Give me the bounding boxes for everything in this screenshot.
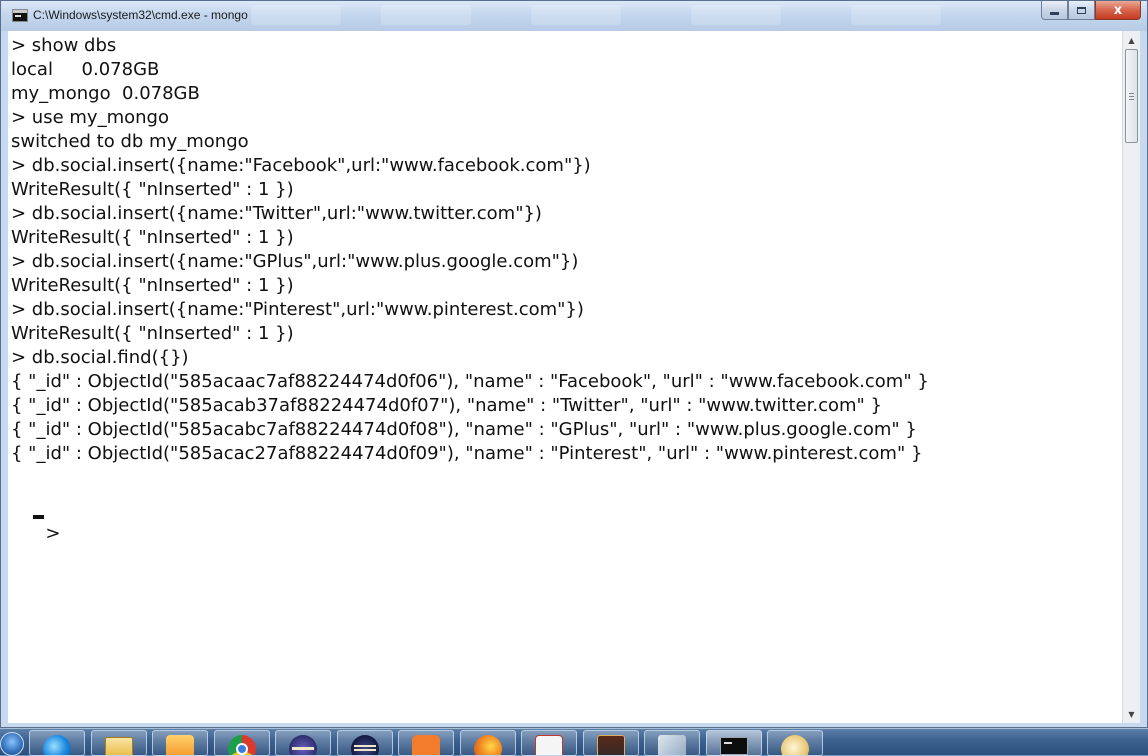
paint-icon — [781, 735, 809, 755]
console-line: { "_id" : ObjectId("585acabc7af88224474d… — [11, 419, 917, 440]
input-prompt[interactable]: > — [11, 498, 60, 544]
taskbar-button[interactable] — [706, 730, 762, 756]
console-line: > show dbs — [11, 35, 117, 56]
console-line: WriteResult({ "nInserted" : 1 }) — [11, 227, 294, 248]
command-prompt-icon[interactable] — [12, 9, 28, 22]
minimize-icon — [1050, 11, 1059, 15]
console-line: my_mongo 0.078GB — [11, 83, 200, 104]
start-button[interactable] — [0, 732, 24, 756]
taskbar-button[interactable] — [583, 730, 639, 756]
chrome-icon — [228, 735, 256, 755]
grip-line — [1129, 93, 1134, 94]
taskbar-button[interactable] — [214, 730, 270, 756]
vertical-scrollbar[interactable]: ▲ ▼ — [1122, 31, 1140, 723]
scroll-thumb[interactable] — [1125, 49, 1138, 143]
internet-explorer-icon — [43, 735, 71, 755]
grip-line — [1129, 99, 1134, 100]
title-bar-reflection — [381, 5, 471, 25]
console-line: { "_id" : ObjectId("585acaac7af88224474d… — [11, 371, 929, 392]
title-bar-reflection — [691, 5, 781, 25]
console-line: > use my_mongo — [11, 107, 169, 128]
console-line: > db.social.insert({name:"GPlus",url:"ww… — [11, 251, 579, 272]
caption-buttons: x — [1041, 1, 1141, 21]
console-line: { "_id" : ObjectId("585acac27af88224474d… — [11, 443, 923, 464]
taskbar-button[interactable] — [337, 730, 393, 756]
taskbar-button[interactable] — [29, 730, 85, 756]
taskbar-button[interactable] — [460, 730, 516, 756]
snipping-tool-icon — [535, 735, 563, 755]
command-prompt-icon — [720, 737, 748, 755]
grip-line — [1129, 96, 1134, 97]
prompt-symbol: > — [45, 523, 61, 544]
firefox-icon — [474, 735, 502, 755]
title-bar-reflection — [251, 5, 341, 25]
taskbar-button[interactable] — [521, 730, 577, 756]
tool-icon — [658, 735, 686, 755]
xampp-icon — [412, 735, 440, 755]
text-cursor — [33, 515, 44, 519]
scroll-down-arrow-icon[interactable]: ▼ — [1124, 706, 1139, 722]
java-ee-ide-icon — [597, 735, 625, 755]
title-bar[interactable]: C:\Windows\system32\cmd.exe - mongo x — [1, 1, 1147, 31]
console-line: > db.social.insert({name:"Twitter",url:"… — [11, 203, 542, 224]
console-line: > db.social.insert({name:"Pinterest",url… — [11, 299, 584, 320]
title-bar-reflection — [851, 5, 941, 25]
maximize-icon — [1077, 6, 1086, 14]
taskbar-button[interactable] — [91, 730, 147, 756]
taskbar-button[interactable] — [275, 730, 331, 756]
console-line: > db.social.insert({name:"Facebook",url:… — [11, 155, 591, 176]
taskbar — [0, 728, 1148, 756]
minimize-button[interactable] — [1041, 1, 1068, 20]
eclipse-icon — [289, 735, 317, 755]
close-icon: x — [1113, 2, 1123, 18]
taskbar-button[interactable] — [152, 730, 208, 756]
cmd-window: C:\Windows\system32\cmd.exe - mongo x > … — [0, 0, 1148, 728]
console-line: switched to db my_mongo — [11, 131, 249, 152]
taskbar-button[interactable] — [767, 730, 823, 756]
console-line: local 0.078GB — [11, 59, 160, 80]
taskbar-button[interactable] — [644, 730, 700, 756]
eclipse-workspace-icon — [351, 735, 379, 755]
file-explorer-icon — [105, 737, 133, 755]
console-line: { "_id" : ObjectId("585acab37af88224474d… — [11, 395, 882, 416]
maximize-button[interactable] — [1068, 1, 1095, 20]
console-line: WriteResult({ "nInserted" : 1 }) — [11, 323, 294, 344]
window-title: C:\Windows\system32\cmd.exe - mongo — [33, 8, 248, 22]
close-button[interactable]: x — [1095, 1, 1141, 20]
console-line: WriteResult({ "nInserted" : 1 }) — [11, 179, 294, 200]
console-line: WriteResult({ "nInserted" : 1 }) — [11, 275, 294, 296]
console-line: > db.social.find({}) — [11, 347, 189, 368]
console-output[interactable]: > show dbs local 0.078GB my_mongo 0.078G… — [8, 31, 1122, 723]
title-bar-reflection — [531, 5, 621, 25]
console-lines: > show dbs local 0.078GB my_mongo 0.078G… — [11, 34, 929, 466]
scroll-up-arrow-icon[interactable]: ▲ — [1124, 32, 1139, 48]
taskbar-button[interactable] — [398, 730, 454, 756]
media-player-icon — [166, 735, 194, 755]
